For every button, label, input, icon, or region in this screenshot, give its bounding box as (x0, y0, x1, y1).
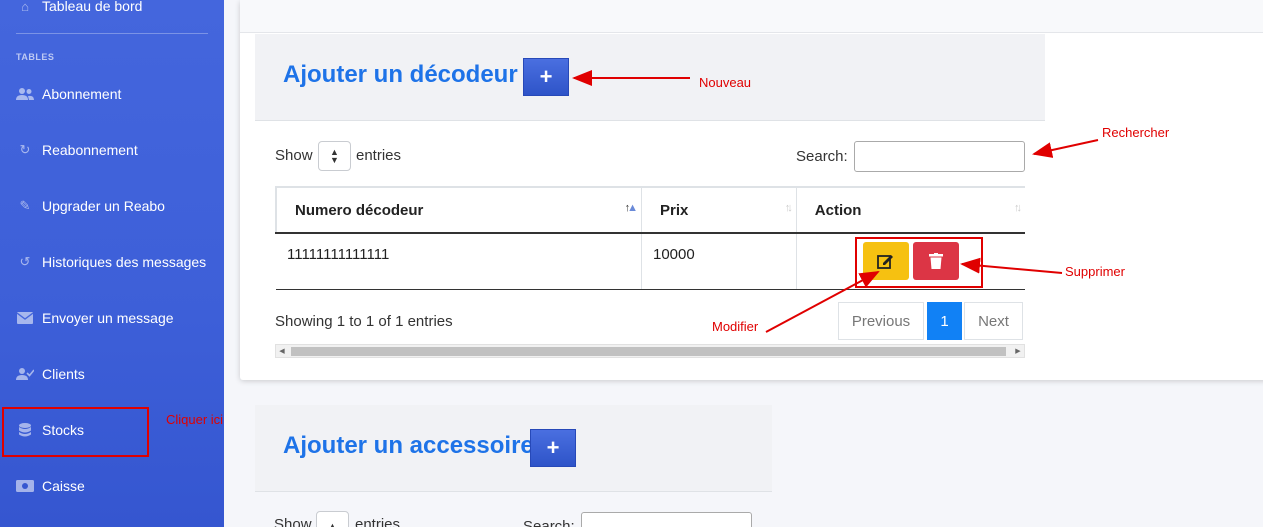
sidebar-item-historiques[interactable]: ↺ Historiques des messages (16, 250, 216, 274)
sidebar-item-abonnement[interactable]: Abonnement (16, 82, 216, 106)
user-check-icon (16, 366, 34, 382)
annotation-rechercher: Rechercher (1102, 125, 1170, 140)
annotation-cliquer-ici: Cliquer ici (166, 412, 224, 427)
money-icon (16, 478, 34, 494)
sidebar-item-caisse[interactable]: Caisse (16, 474, 216, 498)
card-topbar (240, 0, 1263, 33)
sort-asc-icon: ↑▲ (624, 202, 638, 214)
table-info: Showing 1 to 1 of 1 entries (275, 313, 453, 330)
sidebar-item-label: Historiques des messages (42, 254, 207, 270)
sidebar-divider (16, 33, 208, 34)
accessoire-title: Ajouter un accessoire (283, 432, 534, 459)
sidebar-item-label: Tableau de bord (42, 0, 143, 14)
sort-up-icon: ▲ (328, 521, 337, 527)
sort-icon: ↑↓ (1014, 202, 1022, 214)
entries-length-select[interactable]: ▲ (316, 511, 349, 527)
search-label: Search: (523, 518, 575, 527)
add-accessoire-button[interactable]: + (530, 429, 576, 467)
table-header-row: Numero décodeur ↑▲ Prix ↑↓ Action ↑↓ (275, 186, 1025, 234)
scroll-right-icon[interactable]: ▶ (1012, 345, 1024, 357)
sidebar-item-label: Reabonnement (42, 142, 138, 158)
history-icon: ↺ (19, 254, 31, 269)
sort-icon: ↑↓ (784, 202, 793, 214)
cell-numero: 11111111111111 (276, 233, 642, 290)
show-label: Show (275, 147, 313, 164)
entries-length-select[interactable]: ▲ ▼ (318, 141, 351, 171)
sidebar-item-label: Upgrader un Reabo (42, 198, 165, 214)
entries-label: entries (355, 516, 401, 527)
sidebar-section-heading: TABLES (16, 52, 55, 62)
sidebar-item-reabonnement[interactable]: ↻ Reabonnement (16, 138, 216, 162)
column-header-numero[interactable]: Numero décodeur ↑▲ (275, 186, 642, 234)
sidebar-item-envoyer-message[interactable]: Envoyer un message (16, 306, 216, 330)
users-icon (16, 86, 34, 102)
sidebar-item-upgrader[interactable]: ✎ Upgrader un Reabo (16, 194, 216, 218)
column-header-action[interactable]: Action ↑↓ (795, 186, 1025, 234)
scrollbar-thumb[interactable] (291, 347, 1006, 356)
search-input[interactable] (581, 512, 752, 527)
search-label: Search: (796, 148, 848, 165)
column-header-label: Prix (660, 201, 689, 219)
column-header-prix[interactable]: Prix ↑↓ (641, 186, 797, 234)
entries-label: entries (356, 147, 402, 164)
envelope-icon (16, 310, 34, 326)
pagination: Previous 1 Next (838, 302, 1023, 340)
page-1-button[interactable]: 1 (927, 302, 962, 340)
sort-down-icon: ▼ (330, 155, 339, 165)
next-button[interactable]: Next (964, 302, 1023, 340)
column-header-label: Numero décodeur (295, 201, 424, 219)
home-icon: ⌂ (21, 0, 29, 14)
sidebar-item-label: Envoyer un message (42, 310, 174, 326)
column-header-label: Action (814, 201, 862, 219)
edit-icon: ✎ (19, 198, 31, 213)
annotation-nouveau: Nouveau (699, 75, 752, 90)
search-input[interactable] (854, 141, 1025, 172)
sidebar-item-clients[interactable]: Clients (16, 362, 216, 386)
sidebar-item-label: Caisse (42, 478, 85, 494)
annotation-supprimer: Supprimer (1065, 264, 1125, 279)
redo-icon: ↻ (19, 142, 31, 157)
sidebar-item-label: Clients (42, 366, 85, 382)
scroll-left-icon[interactable]: ◀ (276, 345, 288, 357)
decodeur-title: Ajouter un décodeur (283, 61, 518, 88)
previous-button[interactable]: Previous (838, 302, 924, 340)
stocks-highlight-box (2, 407, 149, 457)
cell-prix: 10000 (641, 233, 797, 290)
horizontal-scrollbar[interactable]: ◀ ▶ (275, 344, 1025, 358)
add-decodeur-button[interactable]: + (523, 58, 569, 96)
sidebar-item-label: Abonnement (42, 86, 122, 102)
annotation-modifier: Modifier (712, 319, 759, 334)
show-label: Show (274, 516, 312, 527)
action-highlight-box (855, 237, 983, 288)
sidebar-item-tableau-de-bord[interactable]: ⌂ Tableau de bord (16, 0, 216, 18)
